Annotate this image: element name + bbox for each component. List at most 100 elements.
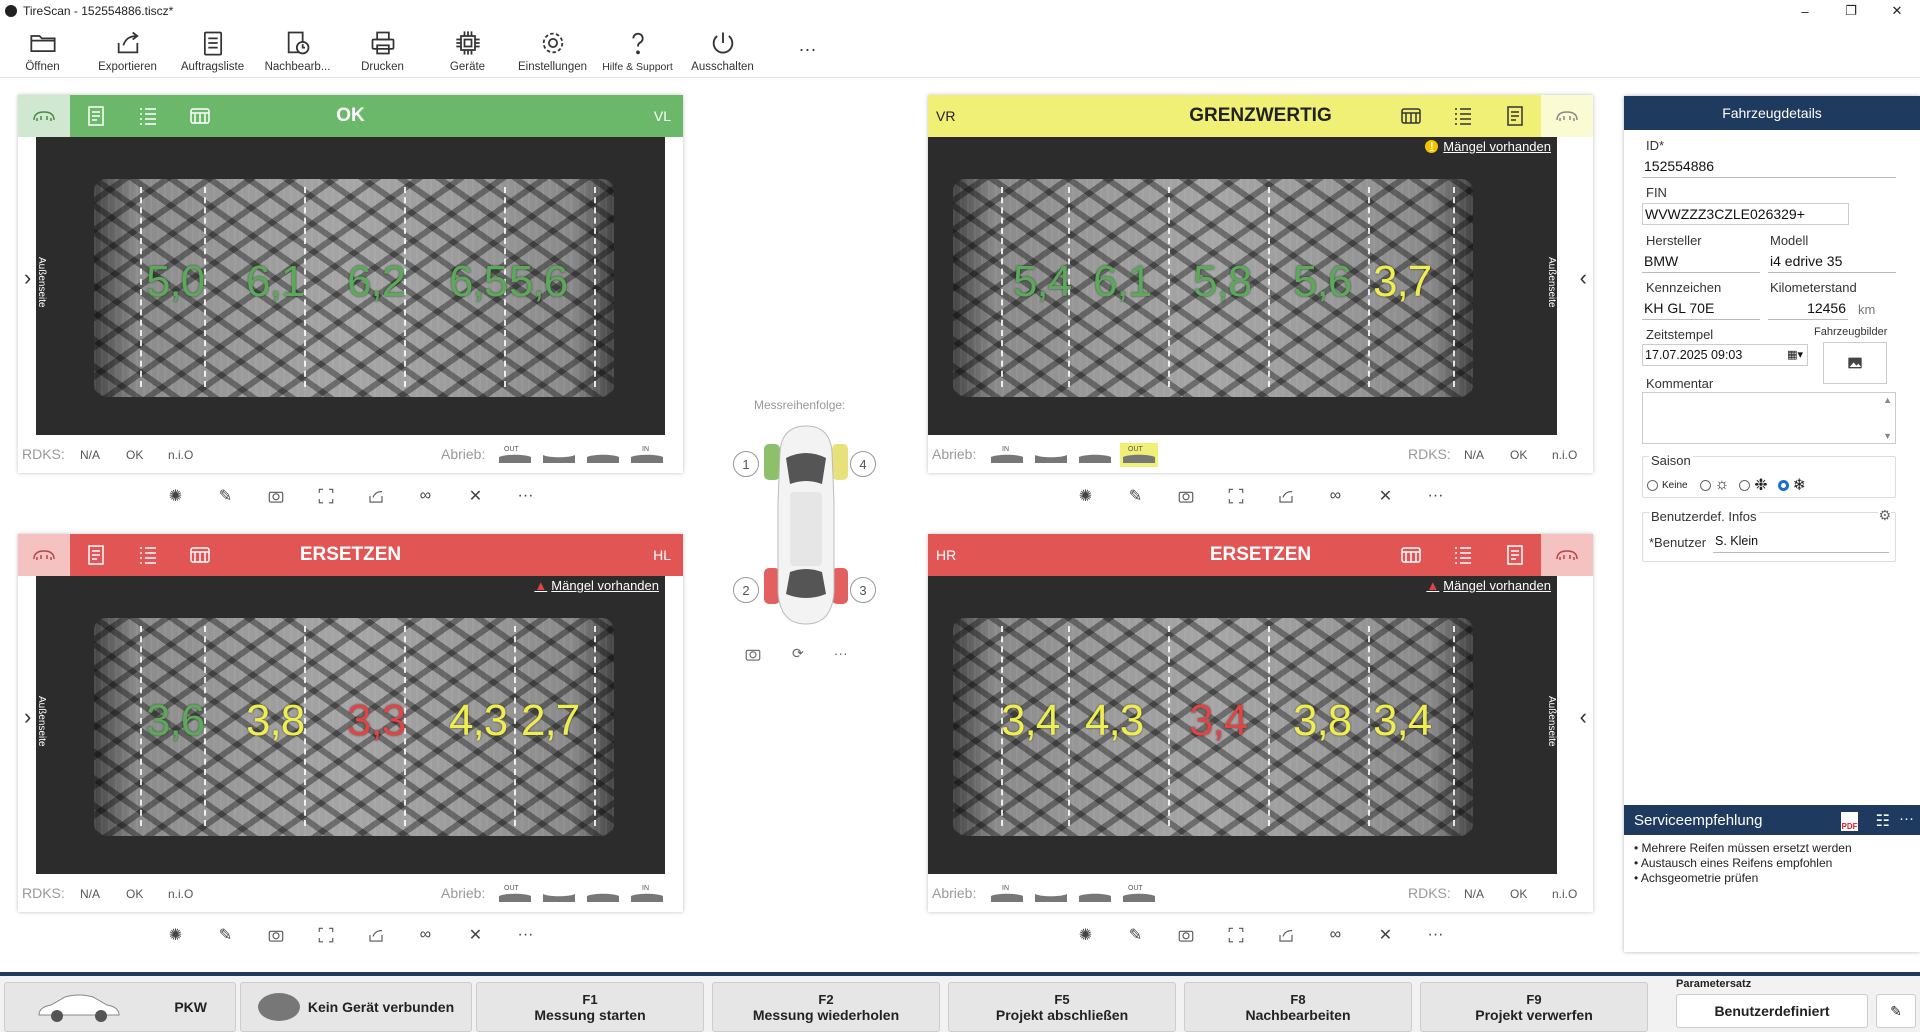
print-button[interactable]: Drucken	[340, 21, 425, 77]
wear-edges-icon[interactable]	[1076, 882, 1114, 906]
wear-outer-icon[interactable]: OUT	[496, 443, 534, 467]
tread-image-icon[interactable]	[1385, 95, 1437, 137]
edit-parameter-button[interactable]: ✎	[1876, 994, 1916, 1028]
maximize-button[interactable]: ❐	[1828, 0, 1874, 22]
flash-icon[interactable]: ✺	[162, 481, 190, 511]
more-icon[interactable]: ···	[1422, 481, 1450, 511]
link-icon[interactable]: ∞	[412, 920, 440, 950]
calendar-icon[interactable]: ▦▾	[1787, 345, 1803, 366]
edit-icon[interactable]: ✎	[1122, 481, 1150, 511]
wear-inner-icon[interactable]: IN	[988, 882, 1026, 906]
model-field[interactable]: i4 edrive 35	[1768, 251, 1896, 273]
next-arrow-icon[interactable]: ‹	[1580, 265, 1587, 291]
device-status-button[interactable]: Kein Gerät verbunden	[240, 982, 472, 1032]
checklist-icon[interactable]	[122, 95, 174, 137]
rdks-ok[interactable]: OK	[1510, 448, 1527, 462]
settings-button[interactable]: Einstellungen	[510, 21, 595, 77]
vehicle-images-button[interactable]	[1823, 342, 1887, 384]
flash-icon[interactable]: ✺	[162, 920, 190, 950]
more-icon[interactable]: ···	[512, 920, 540, 950]
scroll-up-icon[interactable]: ▲	[1883, 395, 1892, 405]
scan-icon[interactable]	[1222, 920, 1250, 950]
next-arrow-icon[interactable]: ‹	[1580, 704, 1587, 730]
shutdown-button[interactable]: Ausschalten	[680, 21, 765, 77]
camera-icon[interactable]	[744, 645, 762, 666]
rdks-na[interactable]: N/A	[1464, 887, 1484, 901]
rdks-nio[interactable]: n.i.O	[168, 448, 193, 462]
wear-outer-icon[interactable]: OUT	[496, 882, 534, 906]
wear-center-icon[interactable]	[1032, 882, 1070, 906]
user-field[interactable]: S. Klein	[1713, 531, 1889, 553]
scan-icon[interactable]	[312, 920, 340, 950]
rdks-nio[interactable]: n.i.O	[168, 887, 193, 901]
wear-edges-icon[interactable]	[1076, 443, 1114, 467]
id-field[interactable]: 152554886	[1642, 156, 1896, 178]
car-top-view-icon[interactable]	[760, 422, 852, 628]
finish-project-button[interactable]: F5 Projekt abschließen	[948, 982, 1176, 1032]
checklist-icon[interactable]	[1437, 95, 1489, 137]
season-allseason-radio[interactable]	[1739, 479, 1751, 491]
season-summer-radio[interactable]	[1699, 479, 1711, 491]
rdks-ok[interactable]: OK	[126, 887, 143, 901]
wear-center-icon[interactable]	[1032, 443, 1070, 467]
defect-text[interactable]: Mängel vorhanden	[1443, 578, 1551, 593]
rdks-nio[interactable]: n.i.O	[1552, 887, 1577, 901]
link-icon[interactable]: ∞	[1322, 481, 1350, 511]
document-icon[interactable]	[1489, 95, 1541, 137]
mileage-field[interactable]: 12456	[1768, 298, 1848, 320]
document-icon[interactable]	[70, 95, 122, 137]
sliders-icon[interactable]: ☷	[1876, 811, 1890, 831]
season-none-radio[interactable]	[1647, 479, 1658, 491]
document-icon[interactable]	[70, 534, 122, 576]
checklist-icon[interactable]	[1437, 534, 1489, 576]
share-icon[interactable]	[362, 481, 390, 511]
scroll-down-icon[interactable]: ▼	[1883, 431, 1892, 441]
flash-icon[interactable]: ✺	[1072, 920, 1100, 950]
checklist-icon[interactable]	[122, 534, 174, 576]
scan-icon[interactable]	[1222, 481, 1250, 511]
help-button[interactable]: Hilfe & Support	[595, 21, 680, 77]
comment-field[interactable]: ▲ ▼	[1642, 392, 1896, 444]
edit-icon[interactable]: ✎	[212, 481, 240, 511]
share-icon[interactable]	[362, 920, 390, 950]
wear-center-icon[interactable]	[540, 882, 578, 906]
tire-profile-icon[interactable]	[1541, 95, 1593, 137]
edit-icon[interactable]: ✎	[1122, 920, 1150, 950]
more-icon[interactable]: ···	[834, 645, 848, 666]
repeat-measurement-button[interactable]: F2 Messung wiederholen	[712, 982, 940, 1032]
share-icon[interactable]	[1272, 481, 1300, 511]
wear-outer-icon[interactable]: OUT	[1120, 882, 1158, 906]
rdks-ok[interactable]: OK	[126, 448, 143, 462]
wear-outer-icon-selected[interactable]: OUT	[1120, 443, 1158, 467]
wear-inner-icon[interactable]: IN	[628, 882, 666, 906]
link-icon[interactable]: ∞	[412, 481, 440, 511]
more-icon[interactable]: ···	[1422, 920, 1450, 950]
camera-icon[interactable]	[262, 920, 290, 950]
prev-arrow-icon[interactable]: ›	[24, 265, 31, 291]
manufacturer-field[interactable]: BMW	[1642, 251, 1760, 273]
rdks-na[interactable]: N/A	[1464, 448, 1484, 462]
close-icon[interactable]: ✕	[462, 481, 490, 511]
start-measurement-button[interactable]: F1 Messung starten	[476, 982, 704, 1032]
devices-button[interactable]: Geräte	[425, 21, 510, 77]
gear-icon[interactable]: ⚙	[1878, 507, 1891, 524]
edit-icon[interactable]: ✎	[212, 920, 240, 950]
prev-arrow-icon[interactable]: ›	[24, 704, 31, 730]
wear-center-icon[interactable]	[540, 443, 578, 467]
tread-image-icon[interactable]	[1385, 534, 1437, 576]
tire-profile-icon[interactable]	[18, 95, 70, 137]
wear-edges-icon[interactable]	[584, 882, 622, 906]
postprocess-button[interactable]: Nachbearb...	[255, 21, 340, 77]
defect-text[interactable]: Mängel vorhanden	[1443, 139, 1551, 154]
refresh-icon[interactable]: ⟳	[792, 645, 804, 666]
tire-profile-icon[interactable]	[18, 534, 70, 576]
discard-project-button[interactable]: F9 Projekt verwerfen	[1420, 982, 1648, 1032]
vehicle-type-button[interactable]: PKW	[4, 982, 236, 1032]
camera-icon[interactable]	[1172, 481, 1200, 511]
minimize-button[interactable]: –	[1782, 0, 1828, 22]
timestamp-field[interactable]: 17.07.2025 09:03 ▦▾	[1642, 344, 1808, 366]
wear-inner-icon[interactable]: IN	[988, 443, 1026, 467]
flash-icon[interactable]: ✺	[1072, 481, 1100, 511]
rdks-ok[interactable]: OK	[1510, 887, 1527, 901]
close-icon[interactable]: ✕	[462, 920, 490, 950]
